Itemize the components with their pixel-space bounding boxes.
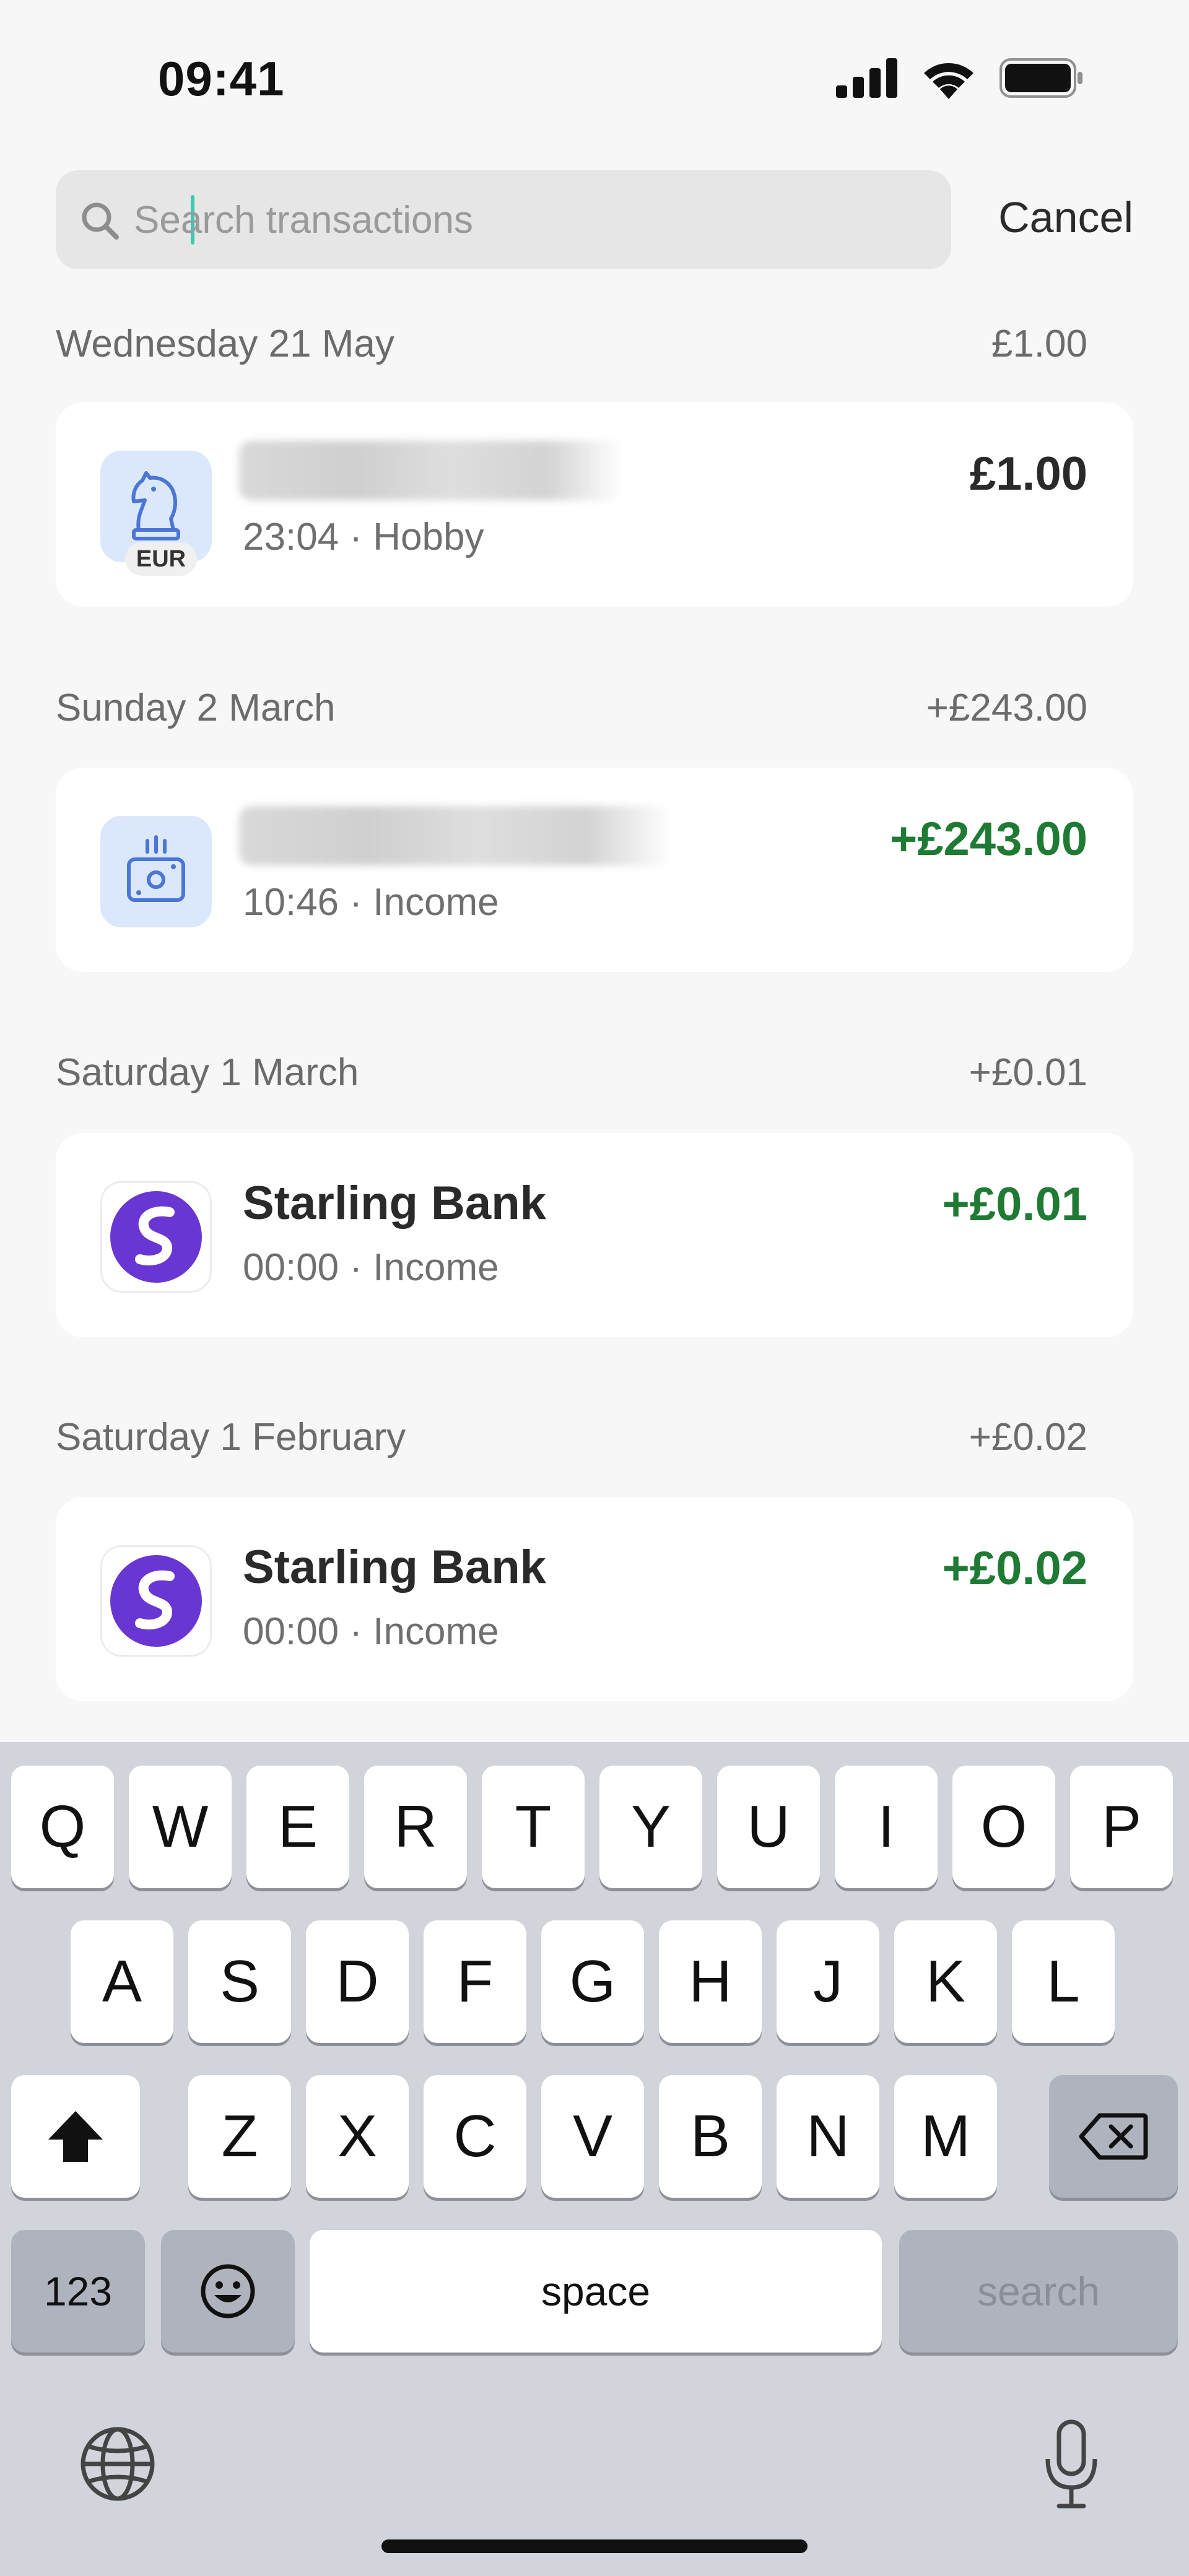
- key-o[interactable]: O: [952, 1766, 1055, 1888]
- transaction-icon: [100, 816, 212, 927]
- key-b[interactable]: B: [659, 2075, 762, 2198]
- key-s[interactable]: S: [188, 1920, 291, 2043]
- transaction-amount: +£243.00: [889, 813, 1087, 865]
- transaction-card[interactable]: EUR 23:04 · Hobby £1.00: [56, 402, 1133, 607]
- shift-key[interactable]: [11, 2075, 140, 2198]
- section-header: Saturday 1 March +£0.01: [56, 1051, 1087, 1095]
- emoji-icon: [201, 2264, 255, 2318]
- key-h[interactable]: H: [659, 1920, 762, 2043]
- emoji-key[interactable]: [161, 2230, 295, 2353]
- battery-icon: [1000, 58, 1082, 98]
- section-total: +£0.02: [969, 1416, 1087, 1459]
- search-icon: [82, 202, 119, 240]
- section-date: Saturday 1 February: [56, 1416, 406, 1459]
- key-q[interactable]: Q: [11, 1766, 114, 1888]
- key-c[interactable]: C: [424, 2075, 526, 2198]
- key-r[interactable]: R: [364, 1766, 467, 1888]
- status-bar: 09:41: [0, 0, 1189, 155]
- transaction-name-blurred: [239, 806, 673, 865]
- search-input[interactable]: [134, 189, 926, 251]
- search-row: Cancel: [56, 170, 1133, 269]
- search-key[interactable]: search: [899, 2230, 1178, 2353]
- cancel-button[interactable]: Cancel: [998, 193, 1133, 242]
- section-total: £1.00: [991, 323, 1087, 365]
- section-header: Sunday 2 March +£243.00: [56, 686, 1087, 730]
- section-date: Saturday 1 March: [56, 1051, 359, 1094]
- home-indicator[interactable]: [381, 2539, 808, 2553]
- transaction-card[interactable]: 10:46 · Income +£243.00: [56, 768, 1133, 972]
- section-date: Sunday 2 March: [56, 687, 336, 729]
- delete-key[interactable]: [1049, 2075, 1178, 2198]
- key-g[interactable]: G: [541, 1920, 644, 2043]
- transaction-meta: 10:46 · Income: [243, 881, 499, 924]
- screen: 09:41 Search transactions Cancel Wednesd…: [0, 0, 1189, 2576]
- search-field[interactable]: [56, 170, 951, 269]
- starling-logo-icon: [110, 1555, 202, 1647]
- key-u[interactable]: U: [717, 1766, 820, 1888]
- key-f[interactable]: F: [424, 1920, 526, 2043]
- section-header: Wednesday 21 May £1.00: [56, 322, 1087, 366]
- transaction-name: Starling Bank: [243, 1541, 546, 1594]
- section-header: Saturday 1 February +£0.02: [56, 1415, 1087, 1459]
- key-a[interactable]: A: [71, 1920, 173, 2043]
- key-z[interactable]: Z: [188, 2075, 291, 2198]
- key-j[interactable]: J: [777, 1920, 879, 2043]
- status-time: 09:41: [158, 51, 285, 106]
- space-key[interactable]: space: [310, 2230, 882, 2353]
- key-m[interactable]: M: [894, 2075, 997, 2198]
- key-x[interactable]: X: [306, 2075, 409, 2198]
- key-l[interactable]: L: [1012, 1920, 1115, 2043]
- transaction-name: Starling Bank: [243, 1177, 546, 1229]
- key-w[interactable]: W: [129, 1766, 232, 1888]
- cash-income-icon: [127, 835, 185, 902]
- key-y[interactable]: Y: [599, 1766, 702, 1888]
- starling-logo-icon: [110, 1191, 202, 1283]
- transaction-amount: +£0.01: [942, 1178, 1087, 1231]
- key-d[interactable]: D: [306, 1920, 409, 2043]
- microphone-icon[interactable]: [1040, 2418, 1102, 2511]
- transaction-icon: [100, 1181, 212, 1293]
- key-t[interactable]: T: [482, 1766, 585, 1888]
- section-total: +£243.00: [926, 687, 1087, 729]
- key-p[interactable]: P: [1070, 1766, 1173, 1888]
- transaction-amount: +£0.02: [942, 1542, 1087, 1595]
- transaction-meta: 23:04 · Hobby: [243, 516, 484, 558]
- currency-badge: EUR: [125, 542, 197, 576]
- keyboard: Q W E R T Y U I O P A S D F G H J K L Z …: [0, 1742, 1189, 2576]
- section-total: +£0.01: [969, 1051, 1087, 1094]
- status-icons: [836, 57, 1084, 99]
- key-k[interactable]: K: [894, 1920, 997, 2043]
- wifi-icon: [924, 63, 973, 99]
- transaction-icon: [100, 1545, 212, 1657]
- transaction-amount: £1.00: [969, 448, 1087, 500]
- numbers-key[interactable]: 123: [11, 2230, 145, 2353]
- transaction-meta: 00:00 · Income: [243, 1610, 499, 1653]
- transaction-meta: 00:00 · Income: [243, 1246, 499, 1289]
- transaction-name-blurred: [239, 441, 623, 500]
- section-date: Wednesday 21 May: [56, 323, 394, 365]
- transaction-card[interactable]: Starling Bank 00:00 · Income +£0.02: [56, 1497, 1133, 1701]
- key-e[interactable]: E: [246, 1766, 349, 1888]
- key-n[interactable]: N: [777, 2075, 879, 2198]
- signal-icon: [836, 58, 897, 98]
- transaction-icon: EUR: [100, 451, 212, 576]
- globe-icon[interactable]: [79, 2426, 156, 2502]
- key-v[interactable]: V: [541, 2075, 644, 2198]
- backspace-icon: [1079, 2113, 1148, 2160]
- shift-icon: [48, 2111, 103, 2162]
- transaction-card[interactable]: Starling Bank 00:00 · Income +£0.01: [56, 1133, 1133, 1337]
- key-i[interactable]: I: [835, 1766, 938, 1888]
